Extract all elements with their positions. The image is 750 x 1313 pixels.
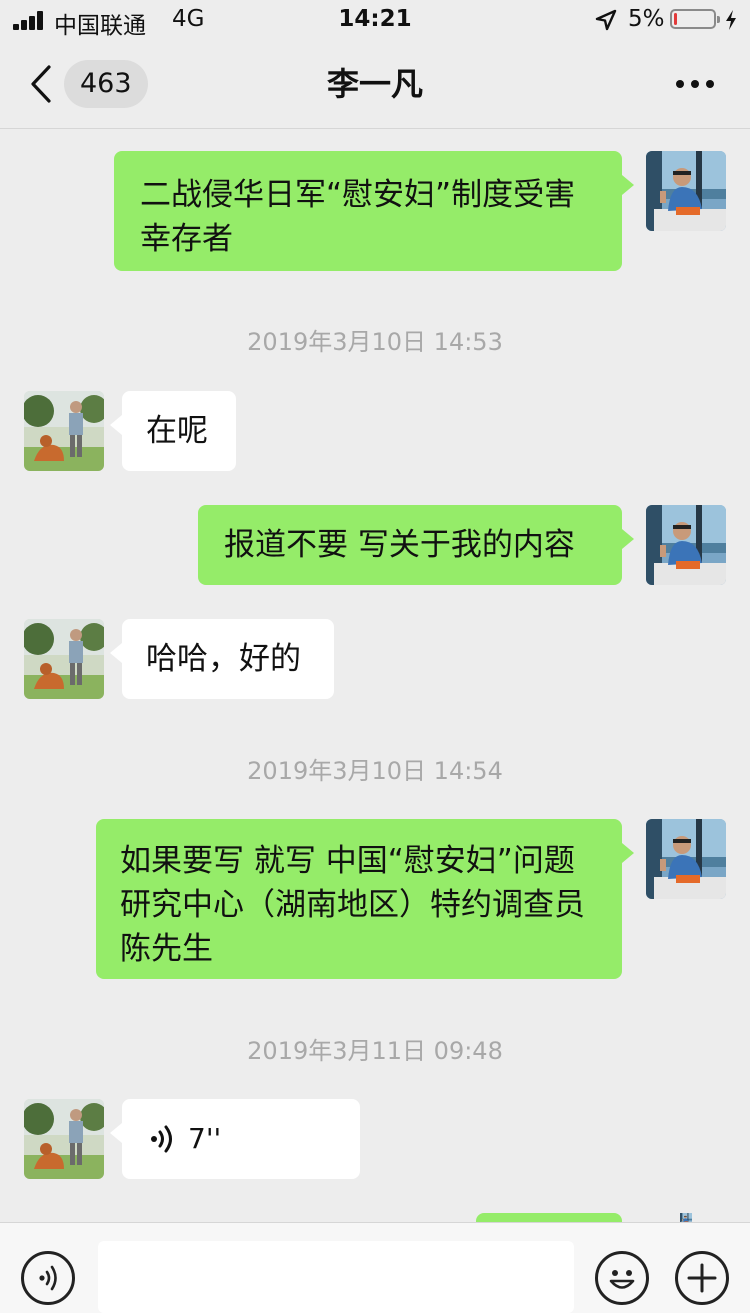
contact-avatar[interactable] [24,391,104,471]
message-bubble-sent[interactable]: 报道不要 写关于我的内容 [198,505,634,585]
battery-icon [670,9,720,29]
voice-message-bubble[interactable]: 7'' [110,1099,360,1179]
voice-playback-icon [151,1125,172,1153]
message-bubble-received[interactable]: 在呢 [110,391,236,471]
my-avatar[interactable] [646,505,726,585]
message-timestamp: 2019年3月10日 14:53 [247,328,503,356]
battery-level [674,13,677,25]
voice-mode-icon[interactable] [21,1251,75,1305]
message-text: 报道不要 写关于我的内容 [224,527,575,563]
status-bar: 中国联通 4G 14:21 5% [0,0,750,40]
plus-icon[interactable] [675,1251,729,1305]
contact-avatar[interactable] [24,619,104,699]
emoji-icon[interactable] [595,1251,649,1305]
charging-bolt-icon [726,10,736,30]
message-input[interactable] [98,1241,574,1313]
message-text: 二战侵华日军“慰安妇”制度受害幸存者 [140,177,576,257]
message-bubble-sent[interactable]: 如果要写 就写 中国“慰安妇”问题研究中心（湖南地区）特约调查员 陈先生 [96,819,634,979]
ellipsis-icon[interactable] [676,80,714,88]
input-bar [0,1222,750,1313]
message-bubble-sent[interactable]: 二战侵华日军“慰安妇”制度受害幸存者 [114,151,634,271]
battery-percent: 5% [628,6,665,32]
chat-header: 463 李一凡 [0,40,750,129]
contact-avatar[interactable] [24,1099,104,1179]
message-timestamp: 2019年3月10日 14:54 [247,757,503,785]
location-arrow-icon [595,9,617,31]
message-text: 哈哈，好的 [146,641,301,677]
message-text: 在呢 [146,413,208,449]
voice-duration: 7'' [188,1122,222,1155]
my-avatar[interactable] [646,819,726,899]
chat-title: 李一凡 [326,65,423,103]
my-avatar[interactable] [646,151,726,231]
message-timestamp: 2019年3月11日 09:48 [247,1037,503,1065]
message-text: 如果要写 就写 中国“慰安妇”问题研究中心（湖南地区）特约调查员 陈先生 [120,843,585,967]
message-bubble-received[interactable]: 哈哈，好的 [110,619,334,699]
